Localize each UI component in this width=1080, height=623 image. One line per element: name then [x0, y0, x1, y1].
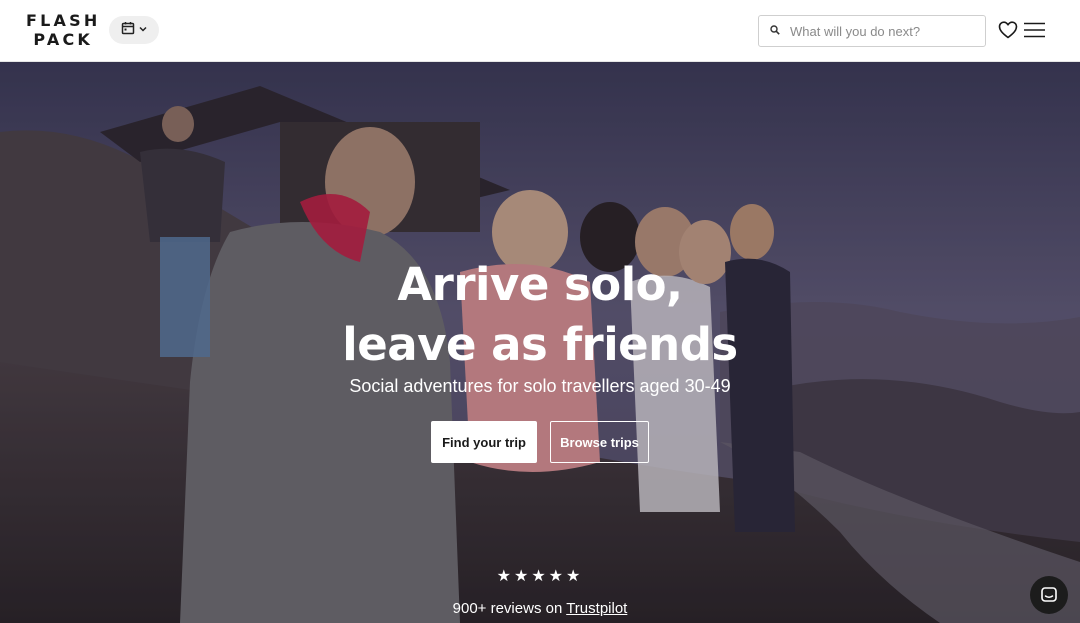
hero-title-line-2: leave as friends — [342, 318, 738, 371]
hamburger-menu-icon[interactable] — [1024, 22, 1045, 43]
flash-pack-logo[interactable]: FLASH PACK — [26, 11, 100, 49]
browse-trips-button[interactable]: Browse trips — [550, 421, 649, 463]
find-your-trip-button[interactable]: Find your trip — [431, 421, 537, 463]
trustpilot-link[interactable]: Trustpilot — [566, 600, 627, 617]
hero-title-line-1: Arrive solo, — [397, 258, 683, 311]
reviews-count-text: 900+ reviews on — [452, 600, 567, 617]
calendar-icon — [121, 21, 135, 40]
logo-line-1: FLASH — [26, 11, 101, 30]
date-picker-button[interactable] — [109, 16, 159, 44]
chevron-down-icon — [138, 21, 148, 39]
search-box[interactable] — [758, 15, 986, 47]
chat-icon[interactable] — [1030, 576, 1068, 614]
search-icon — [770, 22, 780, 40]
hero-subtitle: Social adventures for solo travellers ag… — [349, 376, 731, 396]
site-header: FLASH PACK — [0, 0, 1080, 62]
logo-line-2: PACK — [33, 30, 93, 49]
reviews-summary: 900+ reviews on Trustpilot — [0, 600, 1080, 617]
hero-section: Arrive solo, leave as friends Social adv… — [0, 62, 1080, 623]
heart-icon[interactable] — [998, 21, 1018, 44]
hero-title: Arrive solo, leave as friends — [0, 255, 1080, 375]
search-input[interactable] — [788, 22, 978, 40]
rating-stars: ★★★★★ — [496, 568, 584, 585]
